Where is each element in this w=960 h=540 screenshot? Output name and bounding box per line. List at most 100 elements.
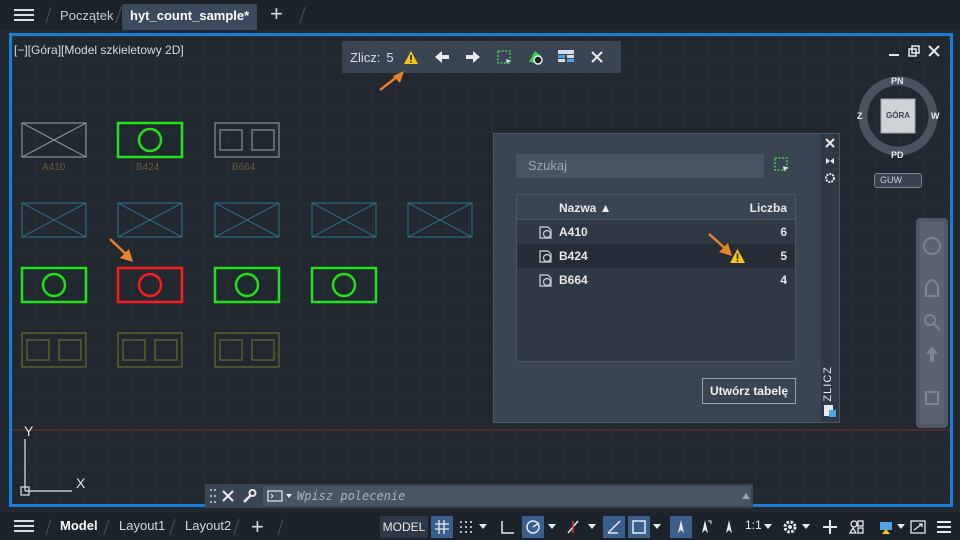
command-input[interactable]: Wpisz polecenie xyxy=(263,486,751,506)
chevron-down-icon[interactable] xyxy=(477,516,489,538)
annotation-scale-icon[interactable] xyxy=(718,516,740,538)
select-objects-icon[interactable] xyxy=(493,46,515,68)
viewcube-top-face[interactable]: GÓRA xyxy=(881,111,915,120)
chevron-down-icon[interactable] xyxy=(762,516,774,538)
add-tab-button[interactable]: + xyxy=(270,3,283,25)
view-controls-label[interactable]: [−][Góra][Model szkieletowy 2D] xyxy=(14,43,184,57)
grip-handle-icon[interactable] xyxy=(209,487,217,505)
gear-icon[interactable] xyxy=(779,516,801,538)
table-row-b664[interactable]: B664 4 xyxy=(517,268,795,292)
layout-menu-icon[interactable] xyxy=(12,517,36,535)
previous-arrow-icon[interactable] xyxy=(431,46,453,68)
count-table: Nazwa ▲ Liczba A410 6 B424 5 B664 4 xyxy=(516,194,796,362)
row-count: 6 xyxy=(780,225,787,239)
command-history-icon[interactable] xyxy=(267,490,293,502)
navigation-tools-icon xyxy=(920,222,944,424)
scale-value[interactable]: 1:1 xyxy=(745,518,762,532)
auto-scale-icon[interactable] xyxy=(694,516,716,538)
row-count: 4 xyxy=(780,273,787,287)
properties-icon[interactable] xyxy=(823,404,837,418)
count-value: 5 xyxy=(386,49,394,65)
viewcube-east[interactable]: W xyxy=(931,111,940,121)
count-label: Zlicz: xyxy=(350,49,381,65)
tab-separator xyxy=(233,519,240,535)
annotation-visibility-icon[interactable] xyxy=(670,516,692,538)
minimize-icon[interactable] xyxy=(888,45,900,57)
close-viewport-icon[interactable] xyxy=(928,45,940,57)
grid-icon[interactable] xyxy=(431,516,453,538)
ortho-icon[interactable] xyxy=(497,516,519,538)
object-snap-icon[interactable] xyxy=(628,516,650,538)
close-count-icon[interactable] xyxy=(586,46,608,68)
column-header-count[interactable]: Liczba xyxy=(750,201,787,215)
block-icon xyxy=(539,274,552,287)
table-row-a410[interactable]: A410 6 xyxy=(517,220,795,244)
tab-separator xyxy=(45,7,52,23)
ucs-menu[interactable]: GUW xyxy=(874,173,922,188)
isodraft-icon[interactable] xyxy=(562,516,584,538)
polar-tracking-icon[interactable] xyxy=(522,516,544,538)
chevron-down-icon[interactable] xyxy=(895,516,907,538)
block-label-b664: B664 xyxy=(232,162,256,173)
fullscreen-icon[interactable] xyxy=(907,516,929,538)
status-bar: Model Layout1 Layout2 + MODEL 1:1 xyxy=(0,512,960,540)
viewcube[interactable]: PN PD Z W GÓRA GUW xyxy=(848,74,948,188)
object-snap-tracking-icon[interactable] xyxy=(603,516,625,538)
viewcube-west[interactable]: Z xyxy=(857,111,863,121)
palette-title: ZLICZ xyxy=(822,366,834,402)
viewcube-north[interactable]: PN xyxy=(891,76,904,86)
tab-model[interactable]: Model xyxy=(60,518,98,533)
snap-icon[interactable] xyxy=(455,516,477,538)
count-palette: Szukaj Nazwa ▲ Liczba A410 6 B424 5 B664… xyxy=(493,133,840,423)
tab-layout1[interactable]: Layout1 xyxy=(119,518,165,533)
block-label-a410: A410 xyxy=(42,162,66,173)
tab-separator xyxy=(103,519,110,535)
chevron-down-icon[interactable] xyxy=(651,516,663,538)
menu-icon[interactable] xyxy=(12,6,36,24)
isolate-objects-icon[interactable] xyxy=(846,516,868,538)
palette-controls-icon[interactable] xyxy=(821,134,839,194)
block-icon xyxy=(539,226,552,239)
tab-start[interactable]: Początek xyxy=(52,4,121,30)
expand-history-icon[interactable] xyxy=(741,492,751,500)
close-icon[interactable] xyxy=(222,490,234,502)
tab-hyt-count-sample[interactable]: hyt_count_sample* xyxy=(122,4,258,30)
create-table-button[interactable]: Utwórz tabelę xyxy=(702,378,796,404)
table-row-b424[interactable]: B424 5 xyxy=(517,244,795,268)
select-in-drawing-icon[interactable] xyxy=(773,156,793,176)
tab-separator xyxy=(45,519,52,535)
drawing-viewport[interactable]: A410 B424 B664 Y X [−][Góra][Model szkie… xyxy=(9,33,953,507)
customize-menu-icon[interactable] xyxy=(933,516,955,538)
next-arrow-icon[interactable] xyxy=(462,46,484,68)
axis-x-label: X xyxy=(76,475,86,491)
restore-icon[interactable] xyxy=(908,45,920,57)
hardware-acceleration-icon[interactable] xyxy=(875,516,897,538)
wrench-icon[interactable] xyxy=(241,488,257,504)
row-name: B664 xyxy=(559,273,588,287)
column-header-name[interactable]: Nazwa ▲ xyxy=(559,201,612,215)
chevron-down-icon[interactable] xyxy=(586,516,598,538)
zoom-to-object-icon[interactable] xyxy=(524,46,546,68)
command-line: Wpisz polecenie xyxy=(205,484,753,508)
plus-icon[interactable] xyxy=(819,516,841,538)
add-layout-button[interactable]: + xyxy=(251,514,264,540)
warning-icon[interactable] xyxy=(400,46,422,68)
model-space-button[interactable]: MODEL xyxy=(380,516,428,538)
row-name: B424 xyxy=(559,249,588,263)
row-count: 5 xyxy=(780,249,787,263)
table-header: Nazwa ▲ Liczba xyxy=(517,195,795,220)
axis-y-label: Y xyxy=(24,423,34,439)
tab-separator xyxy=(169,519,176,535)
chevron-down-icon[interactable] xyxy=(546,516,558,538)
tab-separator xyxy=(299,7,306,23)
row-name: A410 xyxy=(559,225,588,239)
block-label-b424: B424 xyxy=(136,162,160,173)
search-input[interactable]: Szukaj xyxy=(516,154,764,178)
chevron-down-icon[interactable] xyxy=(800,516,812,538)
block-icon xyxy=(539,250,552,263)
insert-table-icon[interactable] xyxy=(555,46,577,68)
tab-layout2[interactable]: Layout2 xyxy=(185,518,231,533)
palette-title-strip[interactable]: ZLICZ xyxy=(821,134,839,422)
document-tab-bar: Początek hyt_count_sample* + xyxy=(0,0,960,30)
viewcube-south[interactable]: PD xyxy=(891,150,904,160)
